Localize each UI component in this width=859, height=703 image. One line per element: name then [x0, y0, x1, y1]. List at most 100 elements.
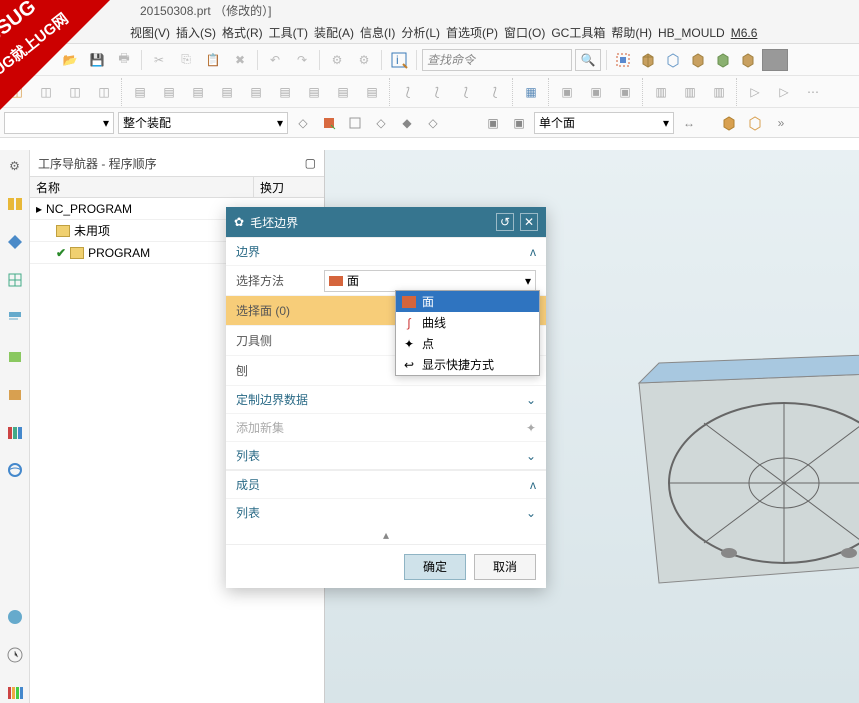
nav-roles-icon[interactable] [5, 384, 25, 404]
nav-books-icon[interactable] [5, 422, 25, 442]
reset-button[interactable]: ↺ [496, 213, 514, 231]
nav-machine-icon[interactable] [5, 232, 25, 252]
menu-view[interactable]: 视图(V) [130, 24, 170, 41]
expand-arrow-icon[interactable]: ▴ [226, 526, 546, 544]
more-icon[interactable]: ⋯ [800, 79, 826, 105]
dropdown-item-point[interactable]: ✦ 点 [396, 333, 539, 354]
search-button[interactable]: 🔍 [575, 49, 601, 71]
sheet-icon[interactable]: ▦ [518, 79, 544, 105]
op-icon-3[interactable]: ▤ [185, 79, 211, 105]
sel-icon-1[interactable]: ◇ [292, 112, 314, 134]
new-icon[interactable]: 🗋 [31, 48, 55, 72]
search-input[interactable]: 查找命令 [422, 49, 572, 71]
path-icon-2[interactable]: ⟅ [424, 79, 450, 105]
list-row[interactable]: 列表⌄ [226, 441, 546, 469]
sel-icon-3[interactable] [344, 112, 366, 134]
nav-clock-icon[interactable] [5, 645, 25, 665]
op-icon-6[interactable]: ▤ [272, 79, 298, 105]
col-name[interactable]: 名称 [30, 177, 254, 197]
post-icon-2[interactable]: ▥ [677, 79, 703, 105]
menu-insert[interactable]: 插入(S) [176, 24, 216, 41]
nav-history-icon[interactable] [5, 607, 25, 627]
menu-hbmould[interactable]: HB_MOULD [658, 26, 725, 40]
nav-method-icon[interactable] [5, 308, 25, 328]
verify-icon-3[interactable]: ▣ [612, 79, 638, 105]
mfg-icon-2[interactable]: ◫ [33, 79, 59, 105]
menu-assembly[interactable]: 装配(A) [314, 24, 354, 41]
op-icon-7[interactable]: ▤ [301, 79, 327, 105]
copy-icon[interactable]: ⎘ [174, 48, 198, 72]
open-icon[interactable]: 📂 [58, 48, 82, 72]
fit-icon[interactable] [612, 49, 634, 71]
print-icon[interactable]: 🖶 [112, 48, 136, 72]
menu-tools[interactable]: 工具(T) [269, 24, 308, 41]
path-icon-4[interactable]: ⟅ [482, 79, 508, 105]
cancel-button[interactable]: 取消 [474, 554, 536, 580]
nav-web-icon[interactable] [5, 460, 25, 480]
menu-window[interactable]: 窗口(O) [504, 24, 545, 41]
ok-button[interactable]: 确定 [404, 554, 466, 580]
nav-geom-icon[interactable] [5, 270, 25, 290]
chevron-up-icon[interactable]: ᴧ [530, 245, 536, 259]
col-tool[interactable]: 换刀 [254, 177, 324, 197]
section-boundary[interactable]: 边界 [236, 243, 260, 260]
delete-icon[interactable]: ✖ [228, 48, 252, 72]
undo-icon[interactable]: ↶ [263, 48, 287, 72]
verify-icon-1[interactable]: ▣ [554, 79, 580, 105]
sel-icon-6[interactable]: ◇ [422, 112, 444, 134]
menu-m66[interactable]: M6.6 [731, 26, 758, 40]
menu-analysis[interactable]: 分析(L) [401, 24, 440, 41]
sel-icon-5[interactable]: ◆ [396, 112, 418, 134]
menu-pref[interactable]: 首选项(P) [446, 24, 498, 41]
filter-combo-1[interactable]: ▾ [4, 112, 114, 134]
save-icon[interactable]: 💾 [85, 48, 109, 72]
play2-icon[interactable]: ▷ [771, 79, 797, 105]
menu-format[interactable]: 格式(R) [222, 24, 263, 41]
info-icon[interactable]: i [387, 48, 411, 72]
nav-pin-icon[interactable]: ▢ [305, 156, 316, 170]
path-icon-1[interactable]: ⟅ [395, 79, 421, 105]
post-icon-1[interactable]: ▥ [648, 79, 674, 105]
tool-a-icon[interactable]: ⚙ [325, 48, 349, 72]
color-dropdown[interactable] [762, 49, 788, 71]
nav-palette-icon[interactable] [5, 683, 25, 703]
path-icon-3[interactable]: ⟅ [453, 79, 479, 105]
cube4-icon[interactable] [712, 49, 734, 71]
custom-data-row[interactable]: 定制边界数据⌄ [226, 385, 546, 413]
op-icon-9[interactable]: ▤ [359, 79, 385, 105]
nav-ops-icon[interactable] [5, 194, 25, 214]
mfg-icon-4[interactable]: ◫ [91, 79, 117, 105]
section-members[interactable]: 成员 [236, 476, 260, 493]
menu-help[interactable]: 帮助(H) [611, 24, 652, 41]
cube-wire2-icon[interactable] [744, 112, 766, 134]
post-icon-3[interactable]: ▥ [706, 79, 732, 105]
sel-icon-2[interactable] [318, 112, 340, 134]
cube-wire-icon[interactable] [718, 112, 740, 134]
dropdown-item-shortcut[interactable]: ↩ 显示快捷方式 [396, 354, 539, 375]
verify-icon-2[interactable]: ▣ [583, 79, 609, 105]
menu-info[interactable]: 信息(I) [360, 24, 395, 41]
mfg-icon-1[interactable]: ◫ [4, 79, 30, 105]
sel-icon-8[interactable]: ▣ [508, 112, 530, 134]
redo-icon[interactable]: ↷ [290, 48, 314, 72]
face-combo[interactable]: 单个面▾ [534, 112, 674, 134]
nav-part-icon[interactable] [5, 346, 25, 366]
op-icon-1[interactable]: ▤ [127, 79, 153, 105]
cube2-icon[interactable] [662, 49, 684, 71]
tool-b-icon[interactable]: ⚙ [352, 48, 376, 72]
op-icon-2[interactable]: ▤ [156, 79, 182, 105]
select-method-dropdown[interactable]: 面 ▾ [324, 270, 536, 292]
cube3-icon[interactable] [687, 49, 709, 71]
play-icon[interactable]: ▷ [742, 79, 768, 105]
cut-icon[interactable]: ✂ [147, 48, 171, 72]
gear-icon[interactable]: ⚙ [5, 156, 25, 176]
dropdown-item-curve[interactable]: ∫ 曲线 [396, 312, 539, 333]
dropdown-item-face[interactable]: 面 [396, 291, 539, 312]
start-button[interactable]: ▥ [4, 48, 28, 72]
op-icon-4[interactable]: ▤ [214, 79, 240, 105]
list2-row[interactable]: 列表⌄ [226, 498, 546, 526]
mfg-icon-3[interactable]: ◫ [62, 79, 88, 105]
paste-icon[interactable]: 📋 [201, 48, 225, 72]
sel-icon-9[interactable]: ↔ [678, 112, 700, 134]
close-button[interactable]: ✕ [520, 213, 538, 231]
